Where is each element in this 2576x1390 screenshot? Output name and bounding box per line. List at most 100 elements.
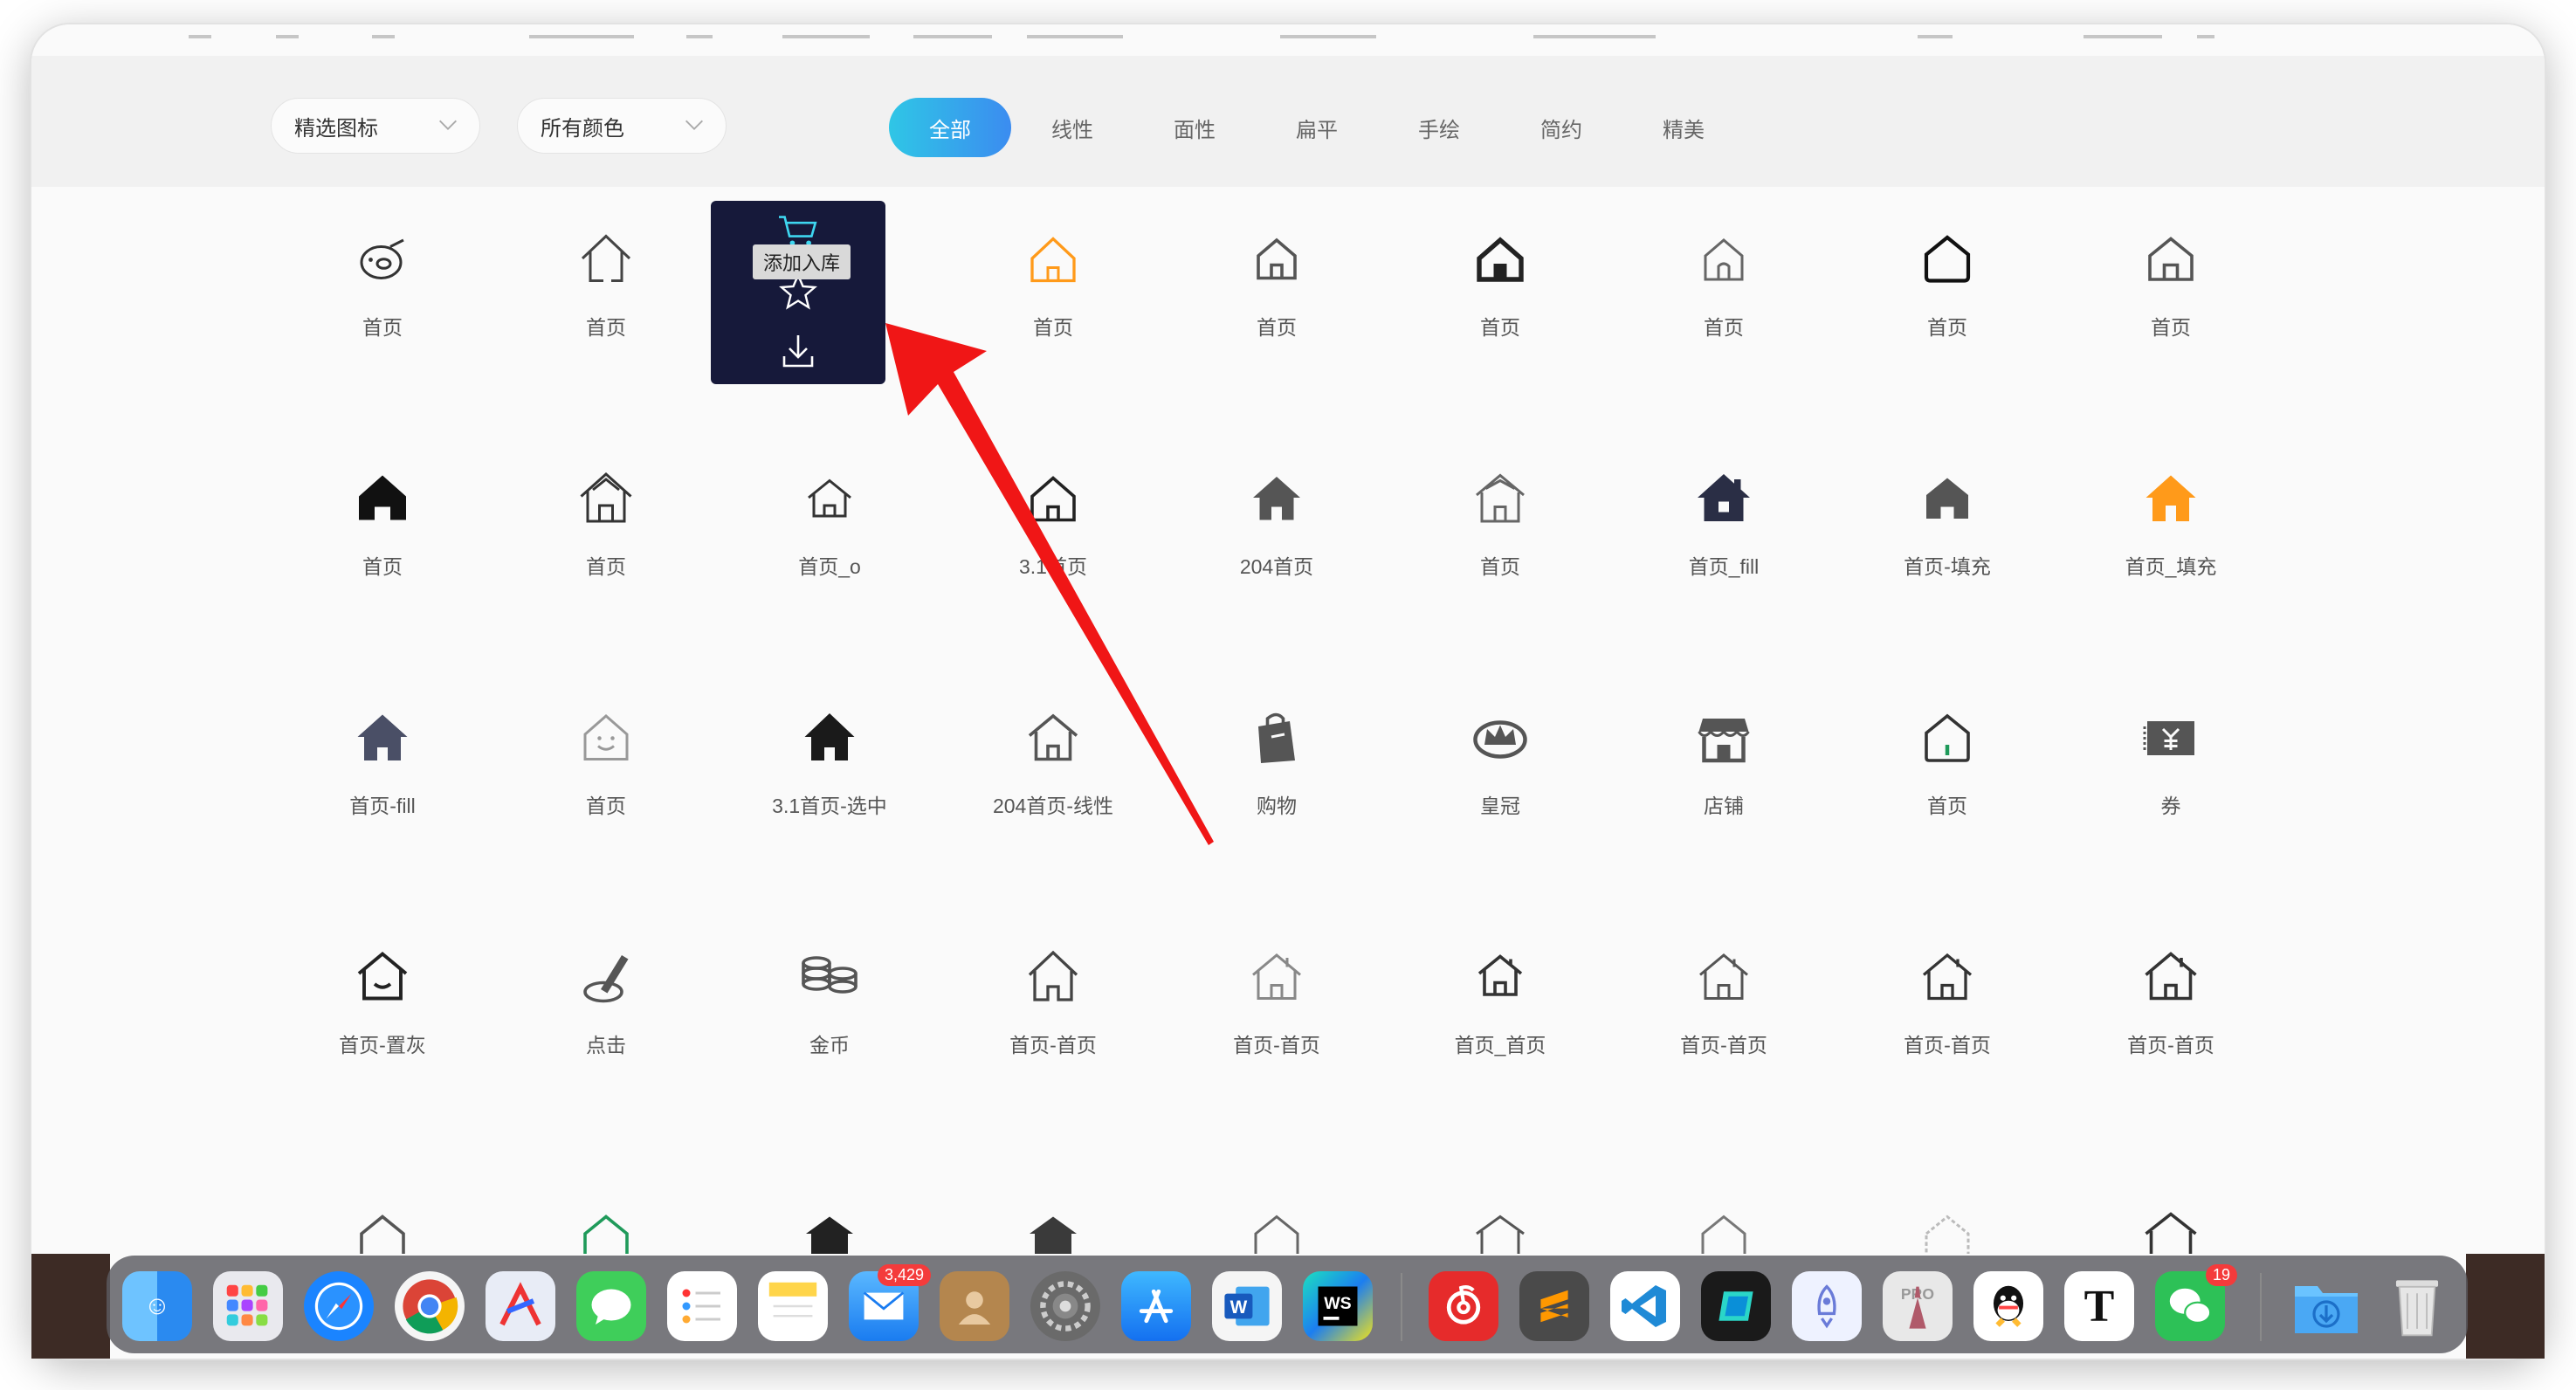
category-dropdown-label: 精选图标 [294,116,378,141]
tab-refined[interactable]: 精美 [1622,98,1745,157]
icon-card[interactable]: 首页-首页 [2084,919,2258,1102]
icon-label: 皇冠 [1480,795,1520,817]
icon-card[interactable]: 首页 [1636,201,1811,384]
icon-label: 首页-首页 [2127,1034,2214,1056]
tab-handdrawn[interactable]: 手绘 [1378,98,1500,157]
tab-flat[interactable]: 扁平 [1256,98,1378,157]
icon-card[interactable]: 首页_fill [1636,440,1811,623]
rocket-icon[interactable] [1792,1271,1862,1341]
finder-icon[interactable]: ☺ [122,1271,192,1341]
icon-label: 首页_首页 [1454,1034,1546,1056]
tab-linear[interactable]: 线性 [1011,98,1133,157]
launchpad-icon[interactable] [213,1271,283,1341]
lens-icon[interactable] [1701,1271,1771,1341]
vscode-icon[interactable] [1610,1271,1680,1341]
icon-label: 首页-首页 [1680,1034,1767,1056]
mail-icon[interactable]: 3,429 [849,1264,931,1341]
home-smile-icon [583,714,629,760]
icon-card[interactable]: 金币 [742,919,917,1102]
hovered-icon-card[interactable] [711,201,885,384]
icon-card[interactable]: 首页 [1860,201,2035,384]
icon-card[interactable]: 首页_首页 [1413,919,1588,1102]
home-icon [1028,713,1078,761]
home-icon [1477,954,1523,996]
icon-card[interactable]: 皇冠 [1413,679,1588,863]
icon-card[interactable]: 首页 [1413,440,1588,623]
crown-icon [1473,720,1527,759]
tab-filled[interactable]: 面性 [1133,98,1256,157]
typora-icon[interactable]: T [2064,1271,2134,1341]
home-icon [1253,477,1300,520]
contacts-icon[interactable] [940,1271,1009,1341]
icon-card[interactable]: 购物 [1189,679,1364,863]
icon-label: 首页 [1480,316,1520,339]
icon-card[interactable]: 店铺 [1636,679,1811,863]
filter-bar: 精选图标 所有颜色 全部 线性 面性 扁平 手绘 简约 精美 [31,56,2545,187]
icon-card[interactable]: 首页-首页 [1860,919,2035,1102]
icon-card[interactable]: 首页_o [742,440,917,623]
tab-simple[interactable]: 简约 [1500,98,1622,157]
tab-all[interactable]: 全部 [889,98,1011,157]
icon-card[interactable]: 首页 [1189,201,1364,384]
icon-label: 首页-填充 [1904,555,1991,578]
color-dropdown[interactable]: 所有颜色 [517,98,727,154]
icon-card[interactable]: 首页_填充 [2084,440,2258,623]
icon-card[interactable]: 204首页-线性 [966,679,1140,863]
webstorm-icon[interactable]: WS [1303,1271,1373,1341]
home-icon [357,951,408,1001]
icon-label: 首页 [1927,316,1967,339]
icon-card[interactable]: 点击 [519,919,693,1102]
chrome-icon[interactable] [395,1271,465,1341]
home-icon [580,471,632,523]
icon-label: 首页 [1480,555,1520,578]
download-icon[interactable] [777,330,819,372]
messages-icon[interactable] [576,1271,646,1341]
icon-card[interactable]: 首页 [966,201,1140,384]
icon-card[interactable]: 首页 [295,440,470,623]
icon-card[interactable]: 首页-首页 [1189,919,1364,1102]
home-icon [2145,952,2197,1001]
reminders-icon[interactable] [667,1271,737,1341]
icon-label: 首页-首页 [1233,1034,1320,1056]
icon-card[interactable]: 3.1首页-选中 [742,679,917,863]
icon-card[interactable]: 券 [2084,679,2258,863]
qq-icon[interactable] [1973,1271,2043,1341]
icon-card[interactable]: 首页-首页 [1636,919,1811,1102]
pro-app-icon[interactable]: PRO [1883,1271,1953,1341]
home-icon [1925,713,1970,762]
icon-card[interactable]: 首页 [1413,201,1588,384]
wechat-unread-badge: 19 [2205,1264,2237,1286]
system-preferences-icon[interactable] [1030,1271,1100,1341]
icon-card[interactable]: 首页-填充 [1860,440,2035,623]
icon-card[interactable]: 3.1首页 [966,440,1140,623]
home-icon [804,713,855,760]
trash-icon[interactable] [2382,1271,2452,1341]
affinity-icon[interactable] [486,1271,555,1341]
icon-card[interactable]: 首页-首页 [966,919,1140,1102]
pig-icon [360,238,404,279]
icon-label: 204首页 [1239,555,1314,578]
sublime-text-icon[interactable] [1519,1271,1589,1341]
notes-icon[interactable] [758,1271,828,1341]
icon-card[interactable]: 首页 [2084,201,2258,384]
icon-card[interactable]: 首页 [519,201,693,384]
home-icon [1030,476,1076,522]
app-store-icon[interactable] [1121,1271,1191,1341]
icon-label: 首页 [586,795,626,817]
downloads-folder-icon[interactable] [2291,1271,2361,1341]
category-dropdown[interactable]: 精选图标 [271,98,480,154]
icon-card[interactable]: 首页 [1860,679,2035,863]
icon-label: 首页 [362,555,403,578]
icon-card[interactable]: 首页 [519,440,693,623]
word-icon[interactable]: W [1212,1271,1282,1341]
safari-icon[interactable] [304,1271,374,1341]
netease-music-icon[interactable] [1429,1271,1498,1341]
dock-divider [2260,1273,2262,1341]
icon-card[interactable]: 首页-fill [295,679,470,863]
icon-card[interactable]: 首页 [295,201,470,384]
icon-card[interactable]: 首页-置灰 [295,919,470,1102]
icon-card[interactable]: 204首页 [1189,440,1364,623]
icon-card[interactable]: 首页 [519,679,693,863]
icon-label: 首页 [1033,316,1073,339]
wechat-icon[interactable]: 19 [2155,1264,2237,1341]
